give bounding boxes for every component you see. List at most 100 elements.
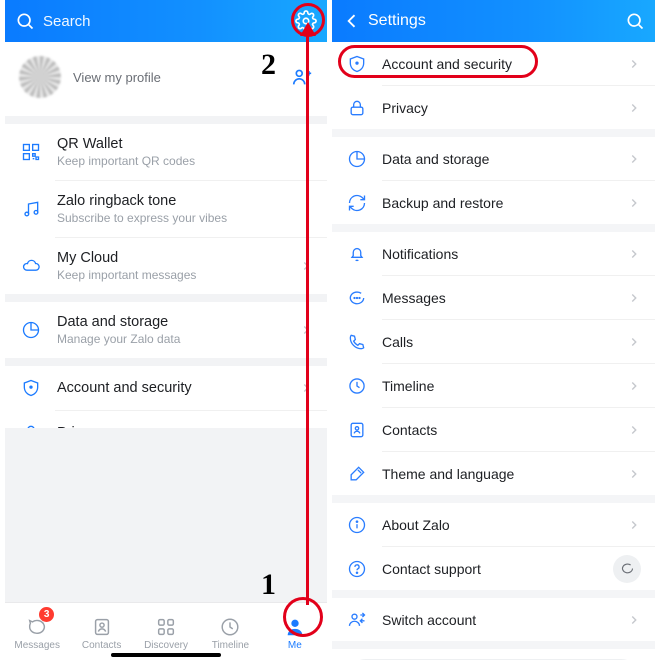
my-cloud-row[interactable]: My Cloud Keep important messages [5, 238, 327, 294]
chat-shortcut-icon[interactable] [613, 555, 641, 583]
row-label: Switch account [382, 612, 627, 628]
view-profile-link[interactable]: View my profile [73, 70, 161, 85]
settings-messages[interactable]: Messages [332, 276, 655, 319]
right-screen: Settings Account and security Privacy Da… [332, 0, 655, 660]
empty-area [5, 428, 327, 602]
settings-backup[interactable]: Backup and restore [332, 181, 655, 224]
settings-notifications[interactable]: Notifications [332, 232, 655, 275]
row-label: Privacy [382, 100, 627, 116]
row-label: Notifications [382, 246, 627, 262]
row-label: Calls [382, 334, 627, 350]
sync-icon [346, 193, 368, 213]
row-title: Zalo ringback tone [57, 193, 313, 209]
row-label: About Zalo [382, 517, 627, 533]
data-storage-row[interactable]: Data and storageManage your Zalo data [5, 302, 327, 358]
annotation-arrow [306, 30, 309, 605]
settings-timeline[interactable]: Timeline [332, 364, 655, 407]
chevron-right-icon [627, 57, 641, 71]
qr-icon [19, 142, 43, 162]
tab-label: Discovery [144, 640, 188, 651]
row-label: Theme and language [382, 466, 627, 482]
settings-privacy[interactable]: Privacy [332, 86, 655, 129]
contacts-icon [91, 616, 113, 638]
tab-label: Messages [14, 640, 60, 651]
settings-switch-account[interactable]: Switch account [332, 598, 655, 641]
chevron-right-icon [627, 423, 641, 437]
info-icon [346, 515, 368, 535]
home-indicator [111, 653, 221, 657]
bottom-tabs: Messages 3 Contacts Discovery Timeline M… [5, 602, 327, 660]
settings-about[interactable]: About Zalo [332, 503, 655, 546]
tab-messages[interactable]: Messages 3 [5, 606, 69, 660]
settings-contacts[interactable]: Contacts [332, 408, 655, 451]
bell-icon [346, 244, 368, 264]
settings-calls[interactable]: Calls [332, 320, 655, 363]
row-label: Timeline [382, 378, 627, 394]
clock-icon [219, 616, 241, 638]
brush-icon [346, 464, 368, 484]
settings-header: Settings [332, 0, 655, 42]
back-icon[interactable] [342, 11, 368, 31]
row-subtitle: Subscribe to express your vibes [57, 211, 313, 225]
row-subtitle: Keep important messages [57, 268, 299, 282]
chat-icon [346, 288, 368, 308]
grid-icon [155, 616, 177, 638]
row-label: Data and storage [382, 151, 627, 167]
row-label: Contacts [382, 422, 627, 438]
annotation-arrow-head [300, 22, 316, 36]
ringback-row[interactable]: Zalo ringback tone Subscribe to express y… [5, 181, 327, 237]
search-placeholder[interactable]: Search [43, 13, 91, 30]
settings-theme[interactable]: Theme and language [332, 452, 655, 495]
chevron-right-icon [627, 379, 641, 393]
tab-timeline[interactable]: Timeline [198, 606, 262, 660]
chevron-right-icon [627, 291, 641, 305]
left-header: Search [5, 0, 327, 42]
tab-label: Contacts [82, 640, 121, 651]
add-friend-icon[interactable] [291, 66, 313, 88]
settings-title: Settings [368, 12, 426, 30]
avatar [19, 56, 61, 98]
shield-icon [19, 378, 43, 398]
row-subtitle: Manage your Zalo data [57, 332, 299, 346]
switch-account-icon [346, 610, 368, 630]
search-icon[interactable] [15, 11, 35, 31]
help-icon [346, 559, 368, 579]
tab-label: Me [288, 640, 302, 651]
row-title: My Cloud [57, 250, 299, 266]
tab-discovery[interactable]: Discovery [134, 606, 198, 660]
row-label: Account and security [382, 56, 627, 72]
chevron-right-icon [627, 467, 641, 481]
row-title: Account and security [57, 380, 299, 396]
phone-icon [346, 332, 368, 352]
tab-me[interactable]: Me [263, 606, 327, 660]
chevron-right-icon [627, 335, 641, 349]
chevron-right-icon [627, 518, 641, 532]
search-icon[interactable] [625, 11, 645, 31]
row-title: QR Wallet [57, 136, 313, 152]
tab-contacts[interactable]: Contacts [69, 606, 133, 660]
music-icon [19, 199, 43, 219]
chevron-right-icon [627, 101, 641, 115]
chevron-right-icon [627, 196, 641, 210]
clock-icon [346, 376, 368, 396]
book-icon [346, 420, 368, 440]
account-security-row[interactable]: Account and security [5, 366, 327, 410]
settings-account-security[interactable]: Account and security [332, 42, 655, 85]
profile-row[interactable]: View my profile [5, 42, 327, 116]
person-icon [284, 616, 306, 638]
qr-wallet-row[interactable]: QR WalletKeep important QR codes [5, 124, 327, 180]
settings-support[interactable]: Contact support [332, 547, 655, 590]
row-label: Messages [382, 290, 627, 306]
left-screen: Search View my profile QR WalletKeep imp… [5, 0, 327, 660]
settings-data-storage[interactable]: Data and storage [332, 137, 655, 180]
cloud-icon [19, 256, 43, 276]
badge: 3 [39, 607, 54, 622]
chevron-right-icon [627, 152, 641, 166]
chevron-right-icon [627, 613, 641, 627]
pie-icon [19, 320, 43, 340]
tab-label: Timeline [212, 640, 249, 651]
row-label: Contact support [382, 561, 613, 577]
pie-icon [346, 149, 368, 169]
shield-icon [346, 54, 368, 74]
lock-icon [346, 98, 368, 118]
